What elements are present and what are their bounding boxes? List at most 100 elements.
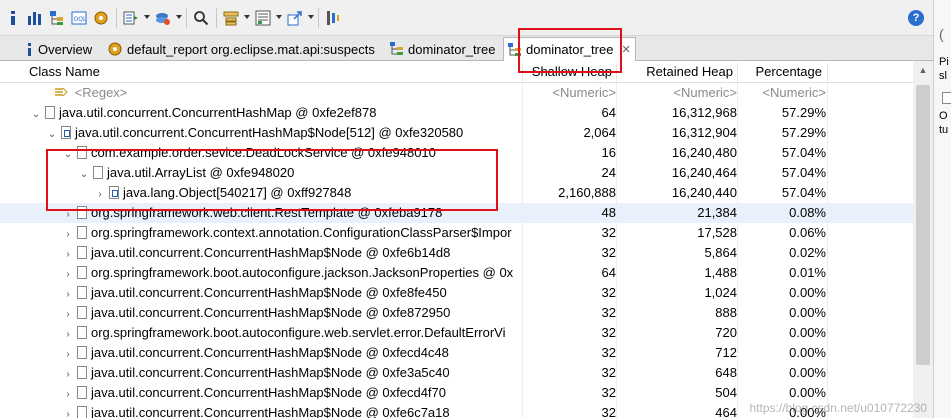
table-row[interactable]: › java.util.concurrent.ConcurrentHashMap$… — [0, 343, 913, 363]
scrollbar-thumb[interactable] — [916, 85, 930, 365]
shallow-heap-cell: 32 — [601, 405, 616, 418]
column-header-class-name[interactable]: Class Name — [29, 61, 329, 83]
expand-chevron-icon[interactable]: › — [62, 265, 74, 283]
side-text-2: sl — [939, 70, 947, 82]
table-header: Class Name Shallow Heap Retained Heap Pe… — [0, 61, 913, 83]
percentage-cell: 0.00% — [789, 325, 826, 340]
expand-chevron-icon[interactable]: › — [62, 345, 74, 363]
column-header-shallow-heap[interactable]: Shallow Heap — [522, 61, 616, 83]
shallow-heap-cell: 16 — [601, 145, 616, 160]
main-toolbar: OQL ? — [0, 0, 933, 36]
numeric-filter-retained[interactable]: <Numeric> — [619, 83, 737, 103]
table-row[interactable]: ⌄ java.util.concurrent.ConcurrentHashMap$… — [0, 123, 913, 143]
collapse-chevron-icon[interactable]: ⌄ — [30, 105, 42, 123]
dominator-tree-icon[interactable] — [48, 9, 66, 27]
collapse-chevron-icon[interactable]: ⌄ — [78, 165, 90, 183]
numeric-filter-shallow[interactable]: <Numeric> — [522, 83, 616, 103]
pin-icon[interactable] — [324, 9, 342, 27]
percentage-cell: 0.00% — [789, 305, 826, 320]
class-name-text: java.util.concurrent.ConcurrentHashMap$N… — [91, 305, 451, 320]
retained-heap-cell: 464 — [715, 405, 737, 418]
side-text-1: Pi — [939, 56, 949, 68]
expand-chevron-icon[interactable]: › — [62, 325, 74, 343]
class-name-text: java.util.concurrent.ConcurrentHashMap$N… — [91, 345, 449, 360]
object-icon — [77, 286, 87, 299]
object-icon — [77, 246, 87, 259]
percentage-cell: 0.00% — [789, 345, 826, 360]
column-header-retained-heap[interactable]: Retained Heap — [619, 61, 737, 83]
object-icon — [77, 406, 87, 418]
side-checkbox[interactable] — [942, 92, 951, 104]
search-icon[interactable] — [192, 9, 210, 27]
class-name-text: java.util.concurrent.ConcurrentHashMap @… — [59, 105, 377, 120]
side-text-3: O — [939, 110, 948, 122]
histogram-icon[interactable] — [26, 9, 44, 27]
tree-icon — [508, 42, 522, 57]
expand-chevron-icon[interactable]: › — [62, 225, 74, 243]
info-icon[interactable] — [4, 9, 22, 27]
expand-chevron-icon[interactable]: › — [62, 365, 74, 383]
expand-chevron-icon[interactable]: › — [62, 245, 74, 263]
numeric-filter-percentage[interactable]: <Numeric> — [740, 83, 826, 103]
collapse-chevron-icon[interactable]: ⌄ — [46, 125, 58, 143]
close-icon[interactable]: ✕ — [621, 43, 630, 56]
table-row[interactable]: › org.springframework.boot.autoconfigure.… — [0, 263, 913, 283]
dominator-tree-table: Class Name Shallow Heap Retained Heap Pe… — [0, 61, 933, 418]
table-row[interactable]: › java.util.concurrent.ConcurrentHashMap$… — [0, 363, 913, 383]
shallow-heap-cell: 32 — [601, 225, 616, 240]
oql-icon[interactable]: OQL — [70, 9, 88, 27]
percentage-cell: 57.29% — [781, 105, 826, 120]
table-row[interactable]: › java.lang.Object[540217] @ 0xff927848 2,… — [0, 183, 913, 203]
shallow-heap-cell: 32 — [601, 345, 616, 360]
table-row[interactable]: ⌄ java.util.concurrent.ConcurrentHashMap … — [0, 103, 913, 123]
table-row[interactable]: › org.springframework.boot.autoconfigure.… — [0, 323, 913, 343]
class-name-text: java.util.concurrent.ConcurrentHashMap$N… — [91, 245, 451, 260]
expand-chevron-icon[interactable]: › — [62, 305, 74, 323]
percentage-cell: 0.06% — [789, 225, 826, 240]
shallow-heap-cell: 64 — [601, 265, 616, 280]
retained-heap-cell: 504 — [715, 385, 737, 400]
table-row[interactable]: › java.util.concurrent.ConcurrentHashMap$… — [0, 383, 913, 403]
calculate-retained-size-icon[interactable] — [254, 9, 272, 27]
class-name-text: org.springframework.boot.autoconfigure.w… — [91, 325, 506, 340]
filter-row[interactable]: <Regex> <Numeric> <Numeric> <Numeric> — [0, 83, 913, 103]
help-icon[interactable]: ? — [908, 10, 924, 26]
export-icon[interactable] — [286, 9, 304, 27]
table-row[interactable]: › java.util.concurrent.ConcurrentHashMap$… — [0, 283, 913, 303]
collapse-chevron-icon[interactable]: ⌄ — [62, 145, 74, 163]
table-row[interactable]: › java.util.concurrent.ConcurrentHashMap$… — [0, 243, 913, 263]
table-row[interactable]: ⌄ com.example.order.sevice.DeadLockServic… — [0, 143, 913, 163]
retained-heap-cell: 16,240,440 — [671, 185, 737, 200]
scroll-up-arrow-icon[interactable]: ▲ — [913, 61, 933, 79]
table-row[interactable]: ⌄ java.util.ArrayList @ 0xfe948020 24 16,24… — [0, 163, 913, 183]
percentage-cell: 0.00% — [789, 365, 826, 380]
object-icon — [77, 206, 87, 219]
column-header-percentage[interactable]: Percentage — [740, 61, 826, 83]
expand-chevron-icon[interactable]: › — [62, 205, 74, 223]
heap-dump-overview-icon[interactable] — [92, 9, 110, 27]
class-name-text: java.util.concurrent.ConcurrentHashMap$N… — [91, 405, 450, 418]
tab-dominator-tree-1[interactable]: dominator_tree — [386, 38, 499, 60]
tab-dominator-tree-2[interactable]: dominator_tree ✕ — [503, 37, 636, 61]
table-row[interactable]: › org.springframework.web.client.RestTemp… — [0, 203, 913, 223]
regex-filter-input[interactable]: <Regex> — [75, 85, 128, 100]
percentage-cell: 57.04% — [781, 145, 826, 160]
expand-chevron-icon[interactable]: › — [62, 385, 74, 403]
find-object-icon[interactable] — [154, 9, 172, 27]
group-by-icon[interactable] — [222, 9, 240, 27]
editor-tab-bar: Overview default_report org.eclipse.mat.… — [0, 36, 933, 61]
tab-default-report[interactable]: default_report org.eclipse.mat.api:suspe… — [103, 38, 379, 60]
object-icon — [77, 226, 87, 239]
open-query-browser-icon[interactable] — [122, 9, 140, 27]
percentage-cell: 57.04% — [781, 165, 826, 180]
table-row[interactable]: › org.springframework.context.annotation.… — [0, 223, 913, 243]
table-row[interactable]: › java.util.concurrent.ConcurrentHashMap$… — [0, 303, 913, 323]
tab-overview[interactable]: Overview — [22, 38, 96, 60]
shallow-heap-cell: 32 — [601, 325, 616, 340]
expand-chevron-icon[interactable]: › — [62, 285, 74, 303]
object-icon — [77, 266, 87, 279]
report-icon — [107, 41, 123, 57]
side-text-4: tu — [939, 124, 949, 136]
expand-chevron-icon[interactable]: › — [62, 405, 74, 418]
expand-chevron-icon[interactable]: › — [94, 185, 106, 203]
